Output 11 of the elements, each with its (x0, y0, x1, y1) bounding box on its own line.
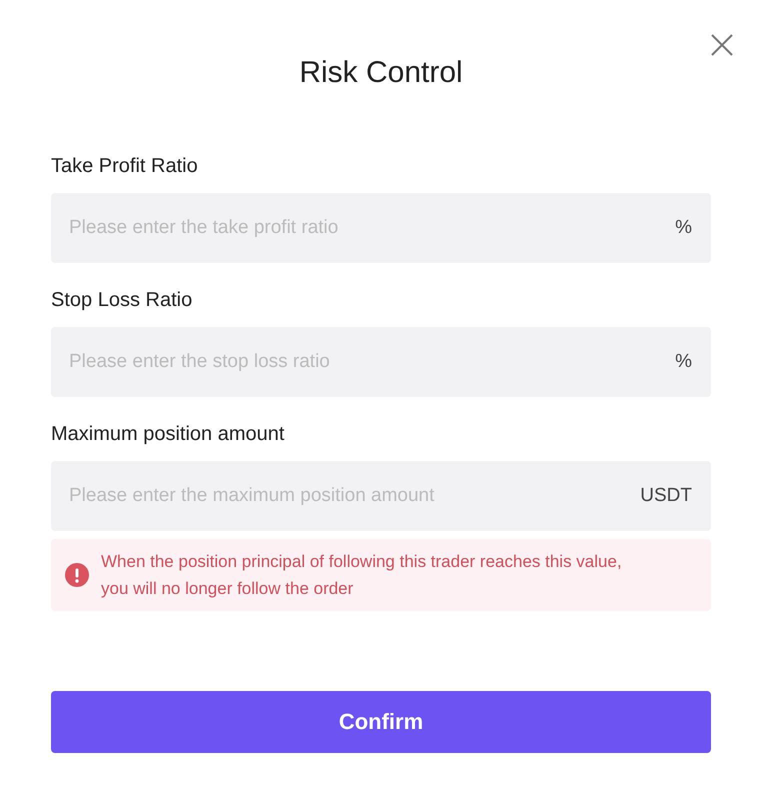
field-label: Stop Loss Ratio (51, 288, 194, 312)
unit-label: % (675, 217, 692, 239)
unit-label: % (675, 351, 692, 373)
close-icon[interactable] (710, 33, 734, 57)
warning-icon (65, 563, 89, 587)
field-label: Maximum position amount (51, 422, 286, 446)
dialog-title: Risk Control (298, 55, 464, 91)
warning-text: When the position principal of following this trader reaches this value, you will no longer follow the order (101, 551, 623, 600)
field-label: Take Profit Ratio (51, 154, 199, 178)
confirm-button[interactable]: Confirm (51, 691, 711, 753)
unit-label: USDT (640, 485, 692, 507)
